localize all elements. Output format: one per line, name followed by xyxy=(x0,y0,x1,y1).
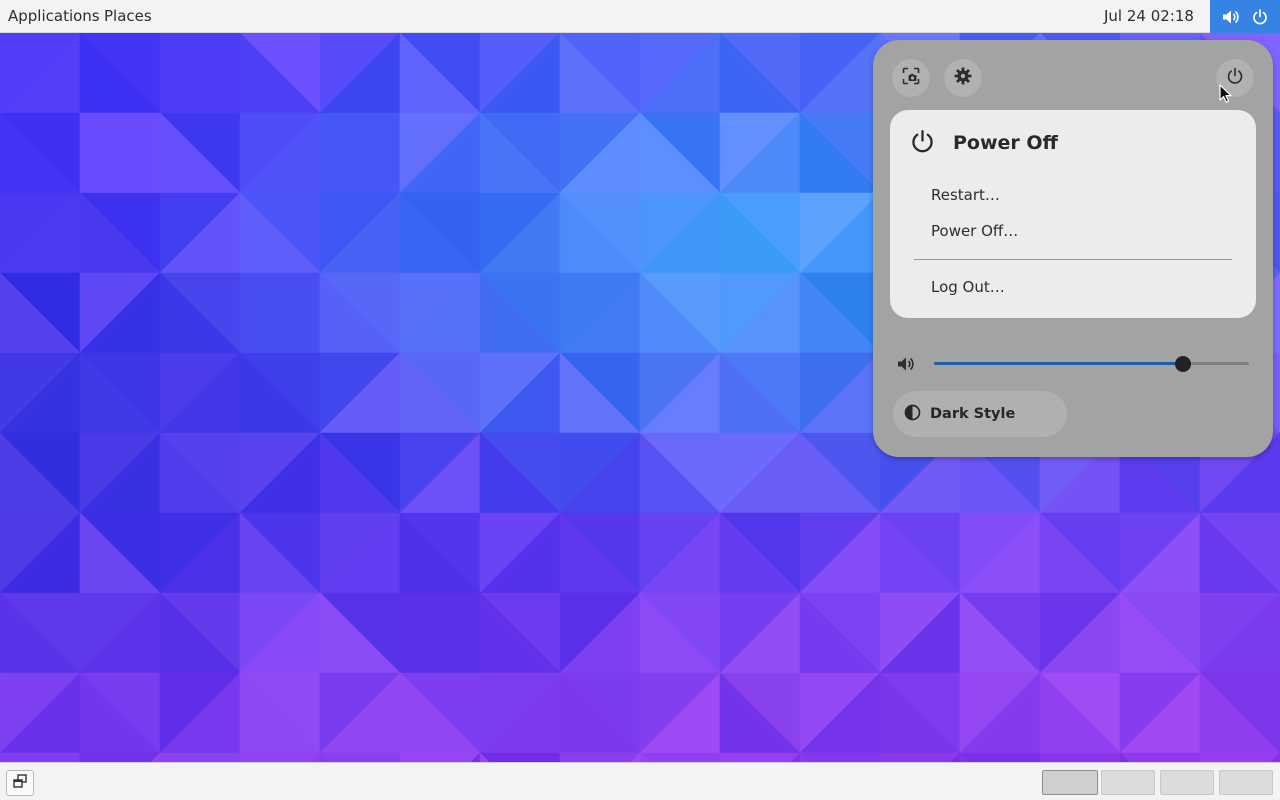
wallpaper-facet xyxy=(1199,752,1280,762)
gear-icon xyxy=(954,67,972,89)
clock[interactable]: Jul 24 02:18 xyxy=(1096,0,1202,32)
wallpaper-facet xyxy=(959,752,1041,762)
volume-slider[interactable] xyxy=(934,356,1249,372)
wallpaper-facet xyxy=(1119,752,1201,762)
settings-button[interactable] xyxy=(944,59,982,97)
volume-slider-fill xyxy=(934,362,1183,365)
quick-settings-panel: Power Off Restart… Power Off… Log Out… D… xyxy=(873,40,1273,457)
wallpaper-facet xyxy=(559,752,641,762)
wallpaper-facet xyxy=(879,752,961,762)
wallpaper-facet xyxy=(719,752,801,762)
workspace-1[interactable] xyxy=(1042,770,1098,795)
power-menu-title: Power Off xyxy=(953,132,1058,154)
wallpaper-facet xyxy=(159,752,241,762)
screenshot-icon xyxy=(902,67,920,89)
wallpaper-facet xyxy=(1039,752,1121,762)
dark-style-icon xyxy=(904,404,921,425)
bottom-bar xyxy=(0,762,1280,800)
wallpaper-facet xyxy=(239,752,321,762)
wallpaper-facet xyxy=(399,752,481,762)
mouse-cursor xyxy=(1219,84,1233,108)
screenshot-button[interactable] xyxy=(892,59,930,97)
show-desktop-button[interactable] xyxy=(6,770,34,796)
power-off-menu-item[interactable]: Power Off… xyxy=(931,220,1018,242)
power-icon xyxy=(1252,8,1268,25)
workspace-3[interactable] xyxy=(1160,770,1214,795)
volume-icon xyxy=(1222,9,1240,25)
workspace-2[interactable] xyxy=(1101,770,1155,795)
wallpaper-facet xyxy=(319,752,401,762)
system-status-area[interactable] xyxy=(1210,0,1280,33)
dark-style-label: Dark Style xyxy=(930,406,1016,422)
applications-menu[interactable]: Applications xyxy=(0,0,108,32)
log-out-menu-item[interactable]: Log Out… xyxy=(931,276,1005,298)
power-menu-header: Power Off xyxy=(910,128,1058,158)
places-menu[interactable]: Places xyxy=(96,0,160,32)
volume-row xyxy=(897,354,1249,374)
volume-slider-handle[interactable] xyxy=(1174,356,1191,372)
top-bar: Applications Places Jul 24 02:18 xyxy=(0,0,1280,33)
menu-separator xyxy=(914,259,1232,260)
dark-style-toggle[interactable]: Dark Style xyxy=(893,391,1067,437)
wallpaper-facet xyxy=(479,752,561,762)
wallpaper-facet xyxy=(639,752,721,762)
volume-icon[interactable] xyxy=(897,356,915,376)
power-icon xyxy=(910,129,935,158)
wallpaper-facet xyxy=(799,752,881,762)
wallpaper-facet xyxy=(0,752,81,762)
workspace-4[interactable] xyxy=(1219,770,1273,795)
power-off-menu: Power Off Restart… Power Off… Log Out… xyxy=(890,110,1256,318)
restart-menu-item[interactable]: Restart… xyxy=(931,184,1000,206)
show-desktop-icon xyxy=(12,773,28,793)
wallpaper-facet xyxy=(79,752,161,762)
